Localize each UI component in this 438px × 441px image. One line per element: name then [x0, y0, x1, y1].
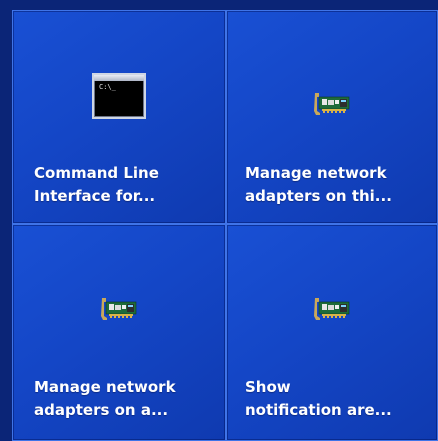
tile-grid: C:\_ Command Line Interface for... Manag…	[12, 10, 438, 441]
tile-label-line-1: Show	[245, 378, 291, 396]
tile-label: Manage network adapters on thi...	[245, 162, 427, 208]
prompt-text: C:\_	[99, 83, 116, 91]
left-edge	[0, 0, 12, 441]
network-adapter-icon	[312, 91, 352, 117]
tile-manage-network-adapters-a[interactable]: Manage network adapters on a...	[12, 224, 226, 441]
tile-label-line-1: Command Line	[34, 164, 159, 182]
top-edge	[0, 0, 438, 10]
tile-label: Manage network adapters on a...	[34, 376, 215, 422]
tile-label: Command Line Interface for...	[34, 162, 215, 208]
tile-label: Show notification are...	[245, 376, 427, 422]
tile-label-line-2: adapters on a...	[34, 401, 169, 419]
tile-label-line-1: Manage network	[245, 164, 387, 182]
network-adapter-icon	[312, 296, 352, 322]
tile-command-line-interface[interactable]: C:\_ Command Line Interface for...	[12, 10, 226, 224]
tile-manage-network-adapters-this[interactable]: Manage network adapters on thi...	[226, 10, 438, 224]
tile-label-line-2: adapters on thi...	[245, 187, 392, 205]
tile-label-line-1: Manage network	[34, 378, 176, 396]
command-prompt-icon: C:\_	[92, 73, 146, 119]
network-adapter-icon	[99, 296, 139, 322]
tile-label-line-2: notification are...	[245, 401, 392, 419]
tile-show-notification-area[interactable]: Show notification are...	[226, 224, 438, 441]
tile-label-line-2: Interface for...	[34, 187, 156, 205]
